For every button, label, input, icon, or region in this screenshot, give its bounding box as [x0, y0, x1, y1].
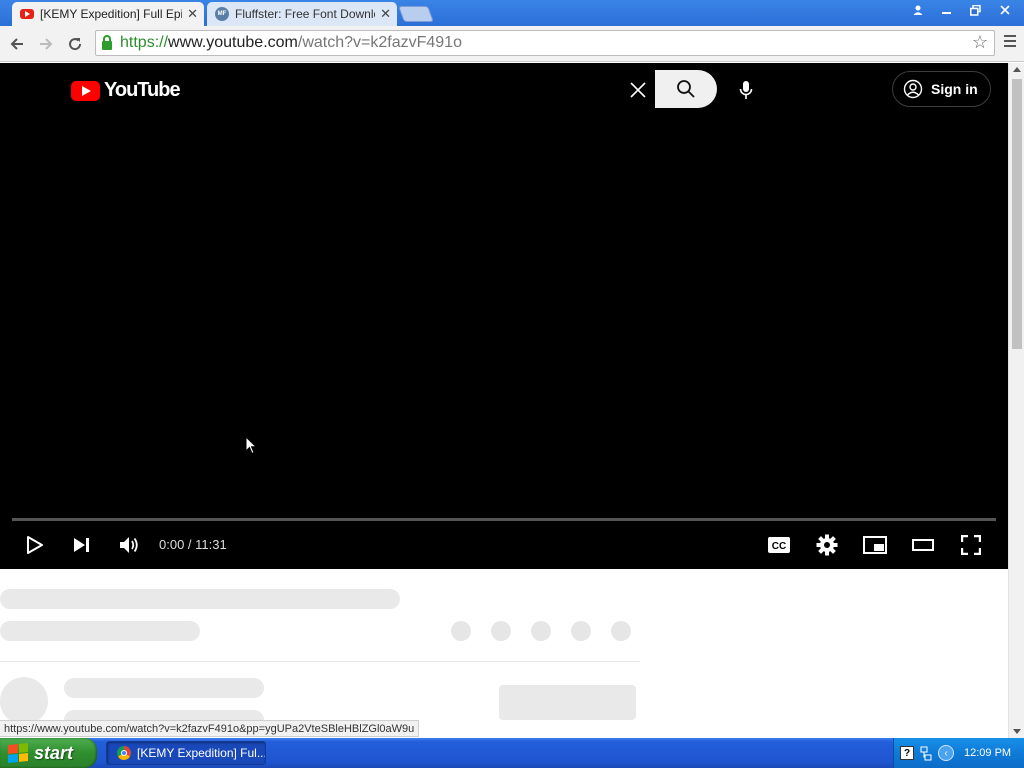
start-label: start [34, 742, 74, 763]
time-display: 0:00 / 11:31 [159, 537, 227, 552]
action-placeholder [571, 621, 591, 641]
taskbar-clock[interactable]: 12:09 PM [964, 747, 1011, 759]
tab-fluffster-font[interactable]: MF Fluffster: Free Font Downloa ✕ [207, 2, 397, 26]
youtube-play-logo-icon [71, 80, 100, 101]
url-scheme: https:// [120, 34, 169, 51]
theater-mode-icon [912, 539, 934, 551]
voice-search-button[interactable] [730, 75, 762, 105]
scroll-down-arrow-icon[interactable] [1013, 729, 1021, 734]
new-tab-button[interactable] [398, 6, 434, 22]
help-icon[interactable]: ? [900, 746, 914, 760]
youtube-favicon-icon [20, 9, 34, 19]
play-button[interactable] [17, 527, 53, 563]
taskbar-item-title: [KEMY Expedition] Ful... [137, 746, 266, 760]
settings-button[interactable] [809, 527, 845, 563]
microphone-icon [739, 81, 753, 99]
back-button[interactable] [6, 33, 28, 55]
chrome-icon [117, 746, 131, 760]
channel-info-placeholder [0, 621, 200, 641]
tab-title: [KEMY Expedition] Full Episod [40, 7, 182, 21]
video-progress-bar[interactable] [12, 518, 996, 521]
theater-mode-button[interactable] [905, 527, 941, 563]
sign-in-label: Sign in [931, 81, 978, 97]
youtube-logo-text: YouTube [104, 79, 181, 101]
network-icon[interactable] [920, 746, 932, 761]
address-bar[interactable]: https://www.youtube.com/watch?v=k2fazvF4… [95, 30, 995, 56]
svg-text:CC: CC [772, 541, 786, 552]
browser-toolbar: https://www.youtube.com/watch?v=k2fazvF4… [0, 26, 1024, 62]
settings-gear-icon [816, 534, 838, 556]
content-divider [0, 661, 640, 662]
miniplayer-icon [863, 536, 887, 554]
action-placeholder [451, 621, 471, 641]
channel-avatar-placeholder [0, 677, 48, 725]
action-placeholder [531, 621, 551, 641]
mouse-cursor-icon [245, 435, 258, 458]
fullscreen-button[interactable] [953, 527, 989, 563]
play-icon [27, 536, 43, 554]
chrome-menu-icon[interactable] [1004, 35, 1016, 50]
reload-button[interactable] [64, 33, 86, 55]
system-tray: ? ‹ 12:09 PM [893, 738, 1024, 768]
page-scrollbar[interactable] [1008, 63, 1024, 738]
tab-kemy-expedition[interactable]: [KEMY Expedition] Full Episod ✕ [12, 2, 204, 26]
sign-in-button[interactable]: Sign in [892, 71, 991, 107]
taskbar-item-chrome[interactable]: [KEMY Expedition] Ful... [106, 741, 266, 765]
secure-lock-icon [102, 34, 112, 50]
start-button[interactable]: start [0, 738, 97, 768]
captions-icon: CC [768, 537, 790, 553]
volume-icon [120, 537, 138, 553]
next-video-button[interactable] [64, 527, 100, 563]
video-player[interactable]: YouTube Sign in 0:00 / 11:31 CC [0, 63, 1008, 569]
address-url: https://www.youtube.com/watch?v=k2fazvF4… [120, 34, 462, 52]
minimize-window-button[interactable] [933, 1, 960, 19]
desktop-screen: [KEMY Expedition] Full Episod ✕ MF Fluff… [0, 0, 1024, 768]
miniplayer-button[interactable] [857, 527, 893, 563]
scroll-up-arrow-icon[interactable] [1013, 67, 1021, 72]
action-placeholder [611, 621, 631, 641]
windows-taskbar: start [KEMY Expedition] Ful... ? ‹ 12:09… [0, 738, 1024, 768]
youtube-page: YouTube Sign in 0:00 / 11:31 CC [0, 63, 1008, 738]
captions-button[interactable]: CC [761, 527, 797, 563]
channel-name-placeholder [64, 678, 264, 698]
clear-search-button[interactable] [624, 77, 652, 103]
fontspace-favicon-icon: MF [215, 7, 229, 21]
video-title-placeholder [0, 589, 400, 609]
show-hidden-icons-icon[interactable]: ‹ [938, 745, 954, 761]
close-window-button[interactable] [991, 1, 1018, 19]
profile-icon[interactable] [904, 1, 931, 19]
bookmark-star-icon[interactable]: ☆ [972, 32, 988, 53]
url-host: www.youtube.com [168, 34, 298, 51]
next-icon [74, 538, 89, 552]
search-icon [677, 80, 695, 98]
tab-title: Fluffster: Free Font Downloa [235, 7, 375, 21]
youtube-logo[interactable]: YouTube [71, 79, 181, 102]
windows-flag-icon [8, 742, 28, 764]
search-button[interactable] [655, 70, 717, 108]
fullscreen-icon [961, 535, 981, 555]
window-controls [904, 1, 1018, 19]
browser-tab-strip: [KEMY Expedition] Full Episod ✕ MF Fluff… [0, 0, 1024, 26]
action-placeholder [491, 621, 511, 641]
scrollbar-thumb[interactable] [1012, 79, 1022, 349]
account-circle-icon [903, 79, 923, 99]
link-status-bubble: https://www.youtube.com/watch?v=k2fazvF4… [0, 720, 420, 737]
volume-button[interactable] [111, 527, 147, 563]
close-tab-icon[interactable]: ✕ [380, 6, 391, 22]
close-tab-icon[interactable]: ✕ [187, 6, 198, 22]
player-controls: 0:00 / 11:31 CC [0, 527, 1008, 563]
subscribe-button-placeholder [499, 685, 636, 720]
forward-button[interactable] [35, 33, 57, 55]
restore-window-button[interactable] [962, 1, 989, 19]
url-path: /watch?v=k2fazvF491o [297, 34, 462, 51]
